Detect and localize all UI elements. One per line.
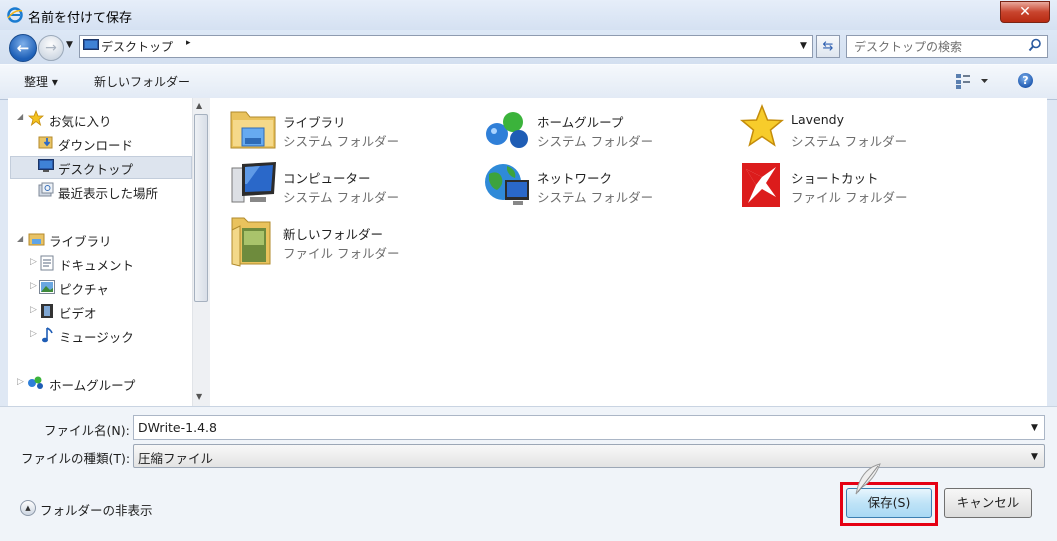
item-name-new-folder[interactable]: 新しいフォルダー [283, 224, 383, 243]
browser-icon [7, 7, 23, 23]
desktop-icon [83, 39, 99, 50]
network-icon[interactable] [483, 160, 533, 208]
item-name-library[interactable]: ライブラリ [283, 112, 346, 131]
nav-pane-scroll-thumb[interactable] [194, 114, 208, 302]
favorites-star-icon [28, 110, 44, 126]
refresh-button[interactable]: ⇆ [816, 35, 840, 58]
nav-item-music[interactable]: ミュージック [59, 327, 134, 346]
filetype-label: ファイルの種類(T): [21, 451, 131, 466]
scroll-up-icon[interactable]: ▲ [196, 101, 202, 110]
item-type-shortcut: ファイル フォルダー [791, 190, 908, 205]
nav-item-downloads[interactable]: ダウンロード [58, 135, 133, 154]
address-dropdown-icon[interactable]: ▼ [800, 41, 807, 51]
search-placeholder: デスクトップの検索 [854, 40, 963, 54]
collapse-libraries-icon[interactable]: ◢ [17, 234, 23, 243]
organize-button[interactable]: 整理 ▾ [24, 73, 58, 90]
item-type-new-folder: ファイル フォルダー [283, 246, 400, 261]
expand-pictures-icon[interactable]: ▷ [30, 281, 37, 291]
homegroup-icon[interactable] [483, 106, 533, 152]
breadcrumb-chevron-icon[interactable]: ▸ [186, 38, 191, 48]
star-icon[interactable] [740, 104, 784, 150]
computer-icon[interactable] [230, 160, 278, 206]
pictures-icon [39, 280, 55, 294]
title-bar [0, 0, 1057, 30]
nav-item-recent-places[interactable]: 最近表示した場所 [58, 183, 158, 202]
feather-cursor-icon [855, 463, 881, 495]
nav-item-pictures[interactable]: ピクチャ [59, 279, 109, 298]
folder-icon[interactable] [230, 214, 274, 268]
downloads-folder-icon [38, 136, 53, 149]
window-title: 名前を付けて保存 [28, 11, 133, 26]
item-type-computer: システム フォルダー [283, 190, 400, 205]
item-name-computer[interactable]: コンピューター [283, 168, 371, 187]
change-view-icon[interactable] [955, 72, 995, 90]
videos-icon [41, 304, 53, 318]
expand-videos-icon[interactable]: ▷ [30, 305, 37, 315]
filetype-select[interactable] [133, 444, 1045, 468]
item-type-library: システム フォルダー [283, 134, 400, 149]
library-icon[interactable] [228, 104, 278, 152]
filename-dropdown-icon[interactable]: ▼ [1031, 423, 1038, 433]
nav-item-desktop[interactable]: デスクトップ [58, 159, 133, 178]
nav-item-favorites[interactable]: お気に入り [49, 111, 112, 130]
item-type-lavendy: システム フォルダー [791, 134, 908, 149]
collapse-favorites-icon[interactable]: ◢ [17, 112, 23, 121]
item-type-network: システム フォルダー [537, 190, 654, 205]
expand-music-icon[interactable]: ▷ [30, 329, 37, 339]
nav-item-documents[interactable]: ドキュメント [59, 255, 134, 274]
scroll-down-icon[interactable]: ▼ [196, 392, 202, 401]
address-location[interactable]: デスクトップ [101, 38, 173, 55]
item-name-lavendy[interactable]: Lavendy [791, 112, 844, 127]
filetype-value[interactable]: 圧縮ファイル [138, 448, 213, 467]
shortcut-icon[interactable] [742, 163, 780, 207]
item-type-homegroup: システム フォルダー [537, 134, 654, 149]
expand-homegroup-icon[interactable]: ▷ [17, 377, 24, 387]
filetype-dropdown-icon[interactable]: ▼ [1031, 452, 1038, 462]
hide-folders-button[interactable]: フォルダーの非表示 [40, 500, 153, 519]
search-icon[interactable] [1028, 38, 1042, 52]
help-button[interactable]: ? [1018, 73, 1033, 88]
item-name-shortcut[interactable]: ショートカット [791, 168, 879, 187]
filename-value[interactable]: DWrite-1.4.8 [138, 420, 217, 435]
expand-documents-icon[interactable]: ▷ [30, 257, 37, 267]
library-icon [28, 233, 45, 246]
documents-icon [40, 255, 54, 271]
recent-pages-dropdown-icon[interactable]: ▼ [66, 40, 73, 50]
desktop-icon [38, 159, 54, 172]
nav-item-videos[interactable]: ビデオ [59, 303, 97, 322]
filename-label: ファイル名(N): [44, 423, 130, 438]
new-folder-button[interactable]: 新しいフォルダー [94, 73, 190, 90]
item-name-homegroup[interactable]: ホームグループ [537, 112, 623, 131]
homegroup-icon [28, 376, 43, 389]
nav-item-libraries[interactable]: ライブラリ [49, 231, 112, 250]
close-button[interactable]: ✕ [1000, 1, 1050, 23]
forward-button[interactable]: → [38, 35, 64, 61]
item-name-network[interactable]: ネットワーク [537, 168, 612, 187]
recent-places-icon [38, 182, 54, 197]
filename-input[interactable] [133, 415, 1045, 440]
nav-item-homegroup[interactable]: ホームグループ [49, 375, 135, 394]
collapse-up-icon[interactable]: ▲ [20, 500, 36, 516]
back-button[interactable]: ← [9, 34, 37, 62]
music-icon [42, 327, 53, 343]
cancel-button[interactable]: キャンセル [944, 488, 1032, 518]
